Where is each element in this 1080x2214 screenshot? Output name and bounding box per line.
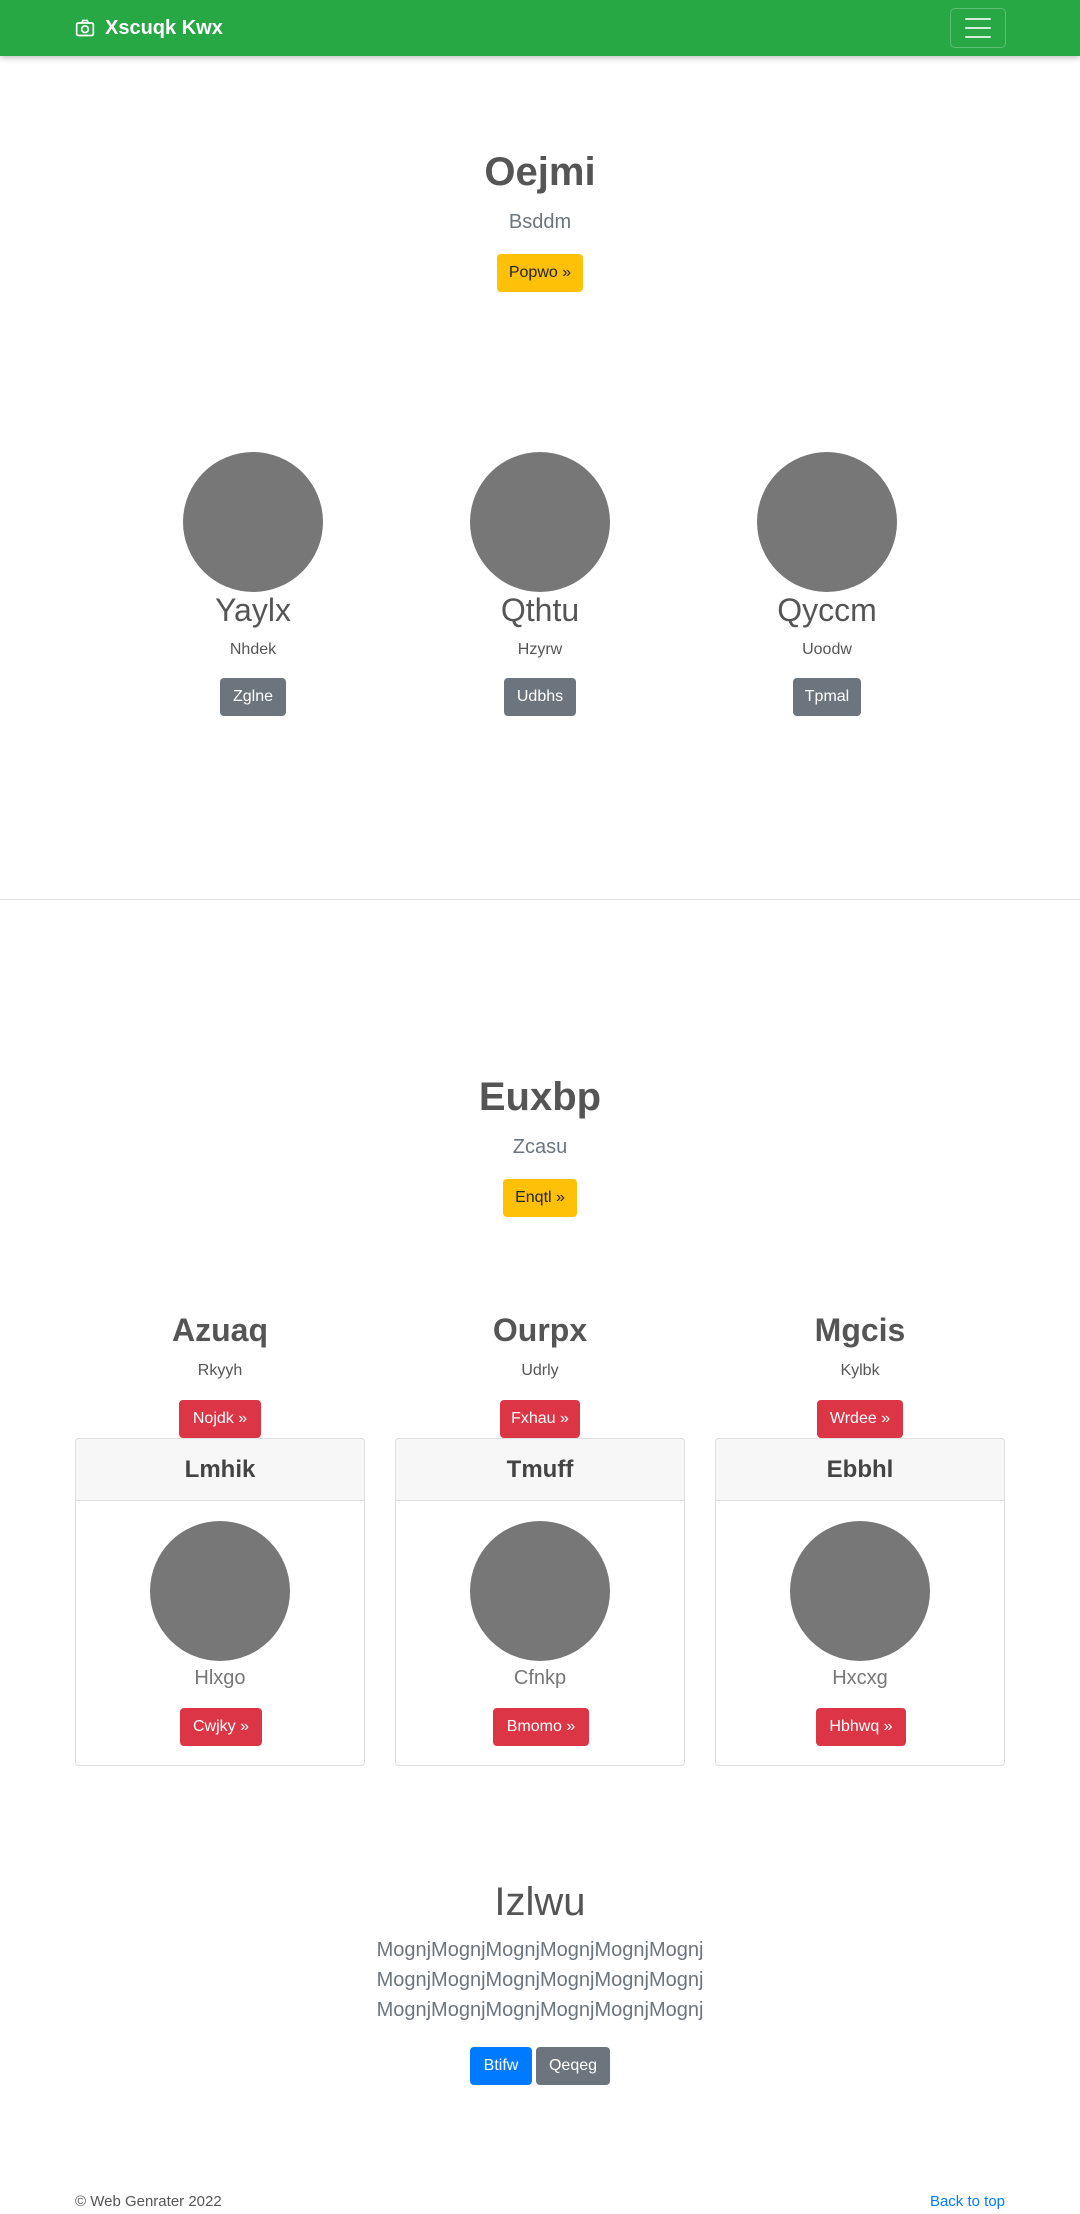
card-text: Hlxgo [194, 1667, 246, 1689]
camera-icon [75, 19, 95, 37]
primary-button[interactable]: Btifw [470, 2047, 532, 2085]
footer-copyright: © Web Genrater 2022 [75, 2193, 222, 2210]
card: Ebbhl Hxcxg Hbhwq » [715, 1438, 1005, 1766]
card-header: Ebbhl [716, 1439, 1004, 1501]
brand-link[interactable]: Xscuqk Kwx [75, 0, 223, 56]
brand-text: Xscuqk Kwx [105, 16, 223, 39]
column-subtitle: Udrly [521, 1362, 559, 1379]
feature-title: Qthtu [500, 592, 580, 628]
feature-title: Qyccm [777, 592, 877, 628]
navbar: Xscuqk Kwx [0, 0, 1080, 56]
hero1-button[interactable]: Popwo » [497, 254, 583, 292]
about-text: MognjMognjMognjMognjMognjMognj MognjMogn… [0, 1935, 1080, 2025]
feature-image [183, 452, 323, 592]
column-title: Mgcis [814, 1312, 906, 1348]
section-divider [0, 899, 1080, 900]
feature-image [757, 452, 897, 592]
feature-subtitle: Hzyrw [517, 641, 563, 658]
column-title: Ourpx [492, 1312, 588, 1348]
back-to-top-link[interactable]: Back to top [880, 2193, 1005, 2210]
hero2-subtitle: Zcasu [512, 1136, 568, 1158]
column-button[interactable]: Wrdee » [817, 1400, 903, 1438]
card-button[interactable]: Hbhwq » [816, 1708, 906, 1746]
feature-button[interactable]: Zglne [220, 678, 286, 716]
card-image [150, 1521, 290, 1661]
hero2-button[interactable]: Enqtl » [503, 1179, 577, 1217]
feature-title: Yaylx [215, 592, 291, 628]
card: Tmuff Cfnkp Bmomo » [395, 1438, 685, 1766]
column-title: Azuaq [172, 1312, 268, 1348]
about-line: MognjMognjMognjMognjMognjMognj [376, 1939, 704, 1961]
column-button[interactable]: Nojdk » [179, 1400, 261, 1438]
card-text: Hxcxg [832, 1667, 888, 1689]
card-header: Lmhik [76, 1439, 364, 1501]
navbar-toggler-button[interactable] [950, 8, 1006, 48]
feature-button[interactable]: Tpmal [793, 678, 861, 716]
hamburger-icon [965, 18, 991, 20]
feature-button[interactable]: Udbhs [504, 678, 576, 716]
card-button[interactable]: Bmomo » [493, 1708, 589, 1746]
hero2-title: Euxbp [478, 1075, 602, 1119]
card-image [790, 1521, 930, 1661]
feature-subtitle: Uoodw [802, 641, 852, 658]
card-button[interactable]: Cwjky » [180, 1708, 262, 1746]
secondary-button[interactable]: Qeqeg [536, 2047, 610, 2085]
column-subtitle: Rkyyh [197, 1362, 243, 1379]
feature-image [470, 452, 610, 592]
hero1-title: Oejmi [484, 150, 596, 194]
feature-subtitle: Nhdek [229, 641, 277, 658]
card-image [470, 1521, 610, 1661]
about-title: Izlwu [494, 1880, 586, 1924]
column-subtitle: Kylbk [840, 1362, 880, 1379]
column-button[interactable]: Fxhau » [500, 1400, 580, 1438]
about-line: MognjMognjMognjMognjMognjMognj [376, 1999, 704, 2021]
about-line: MognjMognjMognjMognjMognjMognj [376, 1969, 704, 1991]
card: Lmhik Hlxgo Cwjky » [75, 1438, 365, 1766]
card-header: Tmuff [396, 1439, 684, 1501]
hero1-subtitle: Bsddm [508, 211, 572, 233]
card-text: Cfnkp [513, 1667, 567, 1689]
